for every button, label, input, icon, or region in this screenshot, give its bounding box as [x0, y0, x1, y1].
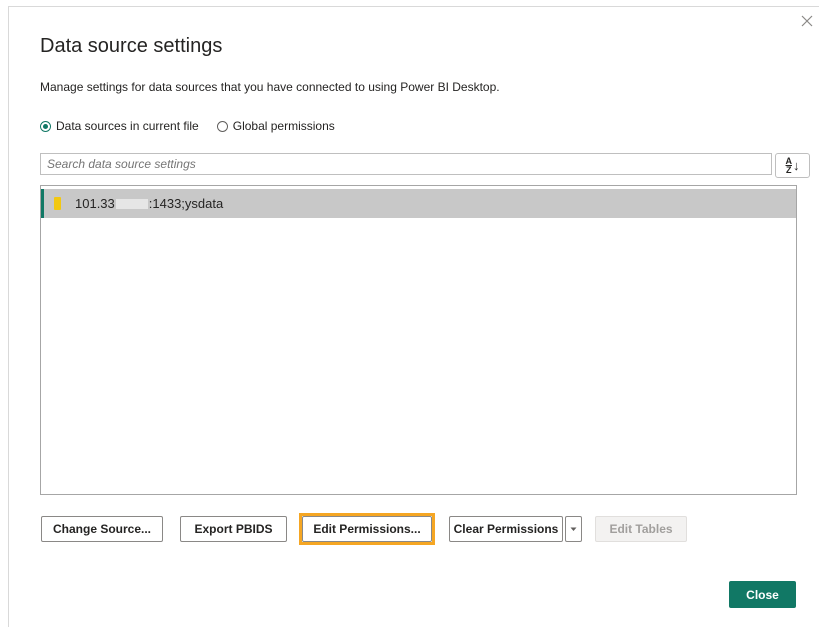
source-suffix: :1433;ysdata — [148, 196, 224, 211]
data-source-list[interactable]: 101.33 :1433;ysdata — [40, 185, 797, 495]
clear-permissions-dropdown[interactable] — [565, 516, 582, 542]
search-input[interactable] — [40, 153, 772, 175]
data-source-settings-dialog: Data source settings Manage settings for… — [8, 6, 819, 627]
redacted-block — [115, 198, 148, 209]
edit-permissions-highlight — [299, 513, 435, 545]
sort-az-icon: A Z ↓ — [786, 156, 800, 175]
list-item[interactable]: 101.33 :1433;ysdata — [41, 189, 796, 218]
source-prefix: 101.33 — [75, 196, 115, 211]
radio-global-permissions[interactable]: Global permissions — [216, 119, 335, 133]
dialog-title: Data source settings — [40, 35, 223, 57]
radio-checked-icon[interactable] — [40, 120, 51, 132]
export-pbids-button[interactable]: Export PBIDS — [180, 516, 287, 542]
sort-glyph-z: Z — [786, 164, 792, 175]
sort-arrow-glyph: ↓ — [793, 158, 800, 173]
close-button[interactable]: Close — [729, 581, 796, 608]
dialog-description: Manage settings for data sources that yo… — [40, 80, 500, 94]
close-icon[interactable] — [799, 13, 815, 29]
edit-tables-button[interactable]: Edit Tables — [595, 516, 687, 542]
scope-radio-group: Data sources in current file Global perm… — [40, 119, 353, 133]
database-icon — [54, 197, 61, 210]
change-source-button[interactable]: Change Source... — [41, 516, 163, 542]
radio-current-file[interactable]: Data sources in current file — [40, 119, 199, 133]
clear-permissions-button[interactable]: Clear Permissions — [449, 516, 563, 542]
radio-current-file-label: Data sources in current file — [56, 119, 199, 133]
radio-global-permissions-label: Global permissions — [232, 119, 335, 133]
chevron-down-icon — [570, 527, 577, 531]
radio-unchecked-icon[interactable] — [216, 120, 228, 132]
sort-button[interactable]: A Z ↓ — [775, 153, 810, 178]
